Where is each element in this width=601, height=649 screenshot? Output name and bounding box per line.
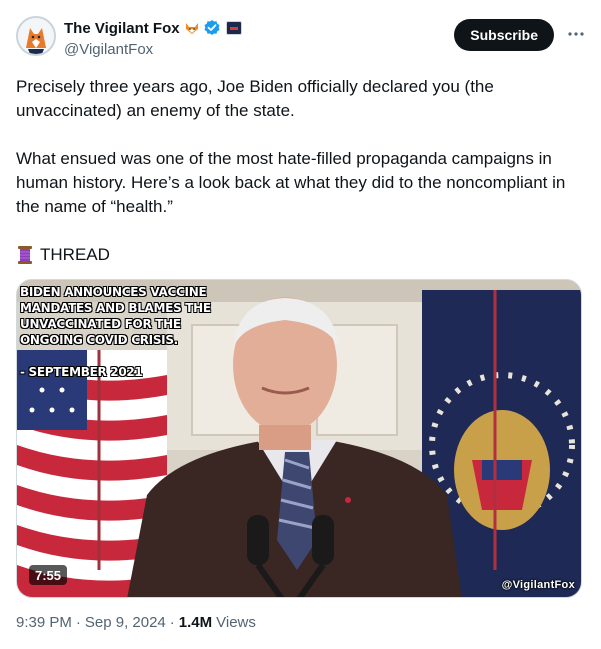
verified-badge-icon[interactable]	[203, 19, 221, 37]
author-names: The Vigilant Fox @VigilantFox	[64, 18, 242, 58]
fox-emoji-icon	[184, 20, 200, 36]
tweet-date[interactable]: Sep 9, 2024	[85, 614, 166, 631]
tweet-time[interactable]: 9:39 PM	[16, 614, 72, 631]
subscribe-button[interactable]: Subscribe	[454, 19, 554, 51]
tweet-meta: 9:39 PM · Sep 9, 2024 · 1.4M Views	[16, 614, 256, 631]
tweet-paragraph-1: Precisely three years ago, Joe Biden off…	[16, 77, 494, 120]
views-label: Views	[216, 614, 256, 631]
tweet-card: The Vigilant Fox @VigilantFox Subscribe …	[0, 0, 601, 649]
tweet-text: Precisely three years ago, Joe Biden off…	[16, 75, 581, 267]
spool-of-thread-icon	[16, 245, 34, 265]
video-player[interactable]: Biden announces vaccine mandates and bla…	[16, 279, 582, 598]
author-display-name[interactable]: The Vigilant Fox	[64, 20, 180, 37]
more-options-icon[interactable]	[566, 24, 586, 44]
thread-line: THREAD	[16, 243, 581, 267]
video-watermark: @VigilantFox	[501, 579, 575, 591]
author-handle[interactable]: @VigilantFox	[64, 41, 242, 58]
avatar[interactable]	[16, 16, 56, 56]
tweet-paragraph-2: What ensued was one of the most hate-fil…	[16, 149, 566, 216]
meta-separator: ·	[75, 614, 81, 631]
tweet-header: The Vigilant Fox @VigilantFox Subscribe	[16, 16, 586, 60]
affiliate-badge-icon[interactable]	[225, 21, 242, 35]
video-duration-badge: 7:55	[29, 565, 68, 585]
video-caption-overlay: Biden announces vaccine mandates and bla…	[20, 285, 211, 379]
thread-label: THREAD	[40, 245, 110, 264]
meta-separator: ·	[169, 614, 175, 631]
views-count[interactable]: 1.4M	[179, 614, 212, 631]
